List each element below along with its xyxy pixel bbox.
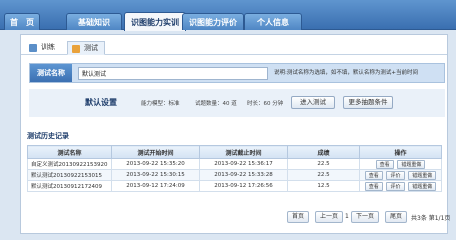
evaluate-button[interactable]: 评价 — [386, 181, 405, 191]
end-time-cell: 2013-09-22 15:33:28 — [199, 169, 288, 181]
actions-cell: 查看 评价 错题重做 — [359, 169, 442, 181]
history-title: 测试历史记录 — [27, 132, 69, 140]
nav-tab-recognition-evaluation[interactable]: 识图能力评价 — [182, 13, 244, 30]
subtab-test-label: 测试 — [84, 44, 98, 52]
test-name-cell: 默认测试20130922153015 — [27, 169, 112, 181]
duration-text: 时长：60 分钟 — [247, 101, 284, 107]
main-panel: 训练 测试 测试名称 说明:测试名称为选填，如不填，默认名称为测试+当前时间 默… — [20, 34, 451, 234]
score-cell: 22.5 — [287, 158, 360, 170]
score-cell: 12.5 — [287, 180, 360, 192]
column-header: 操作 — [359, 145, 442, 159]
redo-wrong-button[interactable]: 错题重做 — [408, 170, 437, 180]
book-icon — [29, 44, 37, 52]
view-button[interactable]: 查看 — [375, 159, 394, 169]
history-table: 测试名称 测试开始时间 测试截止时间 成绩 操作 自定义测试2013092215… — [27, 145, 442, 192]
score-cell: 22.5 — [287, 169, 360, 181]
table-row: 自定义测试20130922153920 2013-09-22 15:35:20 … — [27, 158, 442, 170]
table-row: 默认测试20130922153015 2013-09-22 15:30:15 2… — [27, 169, 442, 181]
column-header: 测试名称 — [27, 145, 112, 159]
test-name-hint: 说明:测试名称为选填，如不填，默认名称为测试+当前时间 — [274, 70, 418, 76]
start-time-cell: 2013-09-22 15:35:20 — [111, 158, 200, 170]
test-name-bar: 测试名称 说明:测试名称为选填，如不填，默认名称为测试+当前时间 — [29, 63, 445, 83]
enter-test-button[interactable]: 进入测试 — [291, 96, 335, 109]
more-conditions-button[interactable]: 更多抽题条件 — [343, 96, 393, 109]
nav-tab-basic-knowledge[interactable]: 基础知识 — [66, 13, 122, 30]
subtab-training[interactable]: 训练 — [25, 41, 61, 55]
first-page-button[interactable]: 首页 — [287, 211, 309, 223]
ability-model-text: 能力模型：标准 — [141, 101, 180, 107]
view-button[interactable]: 查看 — [364, 181, 383, 191]
test-name-cell: 默认测试20130912172409 — [27, 180, 112, 192]
redo-wrong-button[interactable]: 错题重做 — [408, 181, 437, 191]
nav-tab-personal-info[interactable]: 个人信息 — [244, 13, 302, 30]
subtab-training-label: 训练 — [41, 43, 55, 51]
last-page-button[interactable]: 尾页 — [385, 211, 407, 223]
table-row: 默认测试20130912172409 2013-09-12 17:24:09 2… — [27, 180, 442, 192]
redo-wrong-button[interactable]: 错题重做 — [397, 159, 426, 169]
evaluate-button[interactable]: 评价 — [386, 170, 405, 180]
column-header: 测试截止时间 — [199, 145, 288, 159]
next-page-button[interactable]: 下一页 — [351, 211, 379, 223]
test-name-label: 测试名称 — [30, 64, 72, 82]
nav-tab-recognition-training[interactable]: 识图能力实训 — [124, 12, 186, 31]
end-time-cell: 2013-09-12 17:26:56 — [199, 180, 288, 192]
subtab-test[interactable]: 测试 — [67, 41, 105, 55]
top-navigation: 首 页 基础知识 识图能力实训 识图能力评价 个人信息 — [0, 0, 456, 31]
test-name-input[interactable] — [78, 67, 268, 80]
document-icon — [72, 45, 80, 53]
column-header: 测试开始时间 — [111, 145, 200, 159]
column-header: 成绩 — [287, 145, 360, 159]
question-count-text: 试题数量：40 道 — [195, 101, 237, 107]
subtab-bar: 训练 测试 — [21, 35, 447, 55]
test-name-cell: 自定义测试20130922153920 — [27, 158, 112, 170]
current-page-number: 1 — [345, 213, 349, 220]
start-time-cell: 2013-09-12 17:24:09 — [111, 180, 200, 192]
nav-tab-home[interactable]: 首 页 — [4, 13, 40, 30]
default-settings: 默认设置 能力模型：标准 试题数量：40 道 时长：60 分钟 进入测试 更多抽… — [29, 89, 445, 117]
prev-page-button[interactable]: 上一页 — [315, 211, 343, 223]
start-time-cell: 2013-09-22 15:30:15 — [111, 169, 200, 181]
settings-title: 默认设置 — [85, 98, 117, 107]
pager-summary: 共3条 第1/1页 — [411, 215, 451, 222]
end-time-cell: 2013-09-22 15:36:17 — [199, 158, 288, 170]
view-button[interactable]: 查看 — [364, 170, 383, 180]
actions-cell: 查看 评价 错题重做 — [359, 180, 442, 192]
history-header-row: 测试名称 测试开始时间 测试截止时间 成绩 操作 — [27, 145, 442, 159]
actions-cell: 查看 错题重做 — [359, 158, 442, 170]
